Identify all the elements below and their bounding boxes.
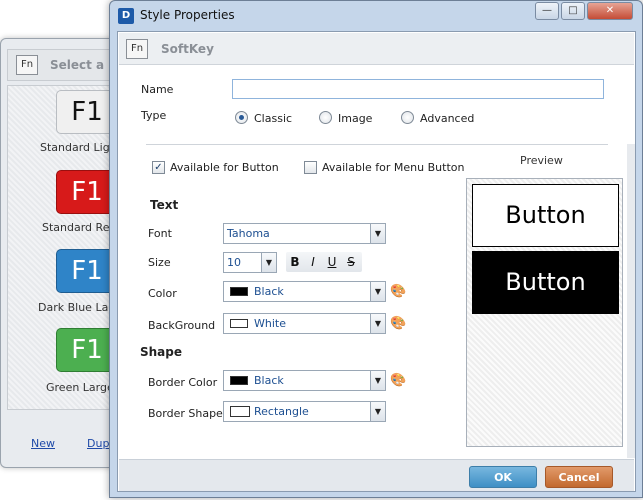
font-label: Font	[148, 227, 172, 240]
preview-button-light: Button	[472, 184, 619, 247]
name-label: Name	[141, 83, 174, 96]
color-picker-icon[interactable]: 🎨	[390, 284, 406, 300]
bg-header: Fn Select a S	[7, 49, 119, 81]
border-shape-label: Border Shape	[148, 407, 223, 420]
background-swatch	[230, 319, 248, 328]
rectangle-shape-icon	[230, 406, 250, 417]
color-select[interactable]: Black ▼	[223, 281, 386, 302]
dialog-content: Fn SoftKey Name Type Classic Image Advan…	[117, 31, 636, 492]
preview-button-dark: Button	[472, 251, 619, 314]
title-bar[interactable]: D Style Properties — □ ✕	[110, 1, 642, 31]
border-color-select[interactable]: Black ▼	[223, 370, 386, 391]
type-classic-label: Classic	[254, 112, 293, 125]
color-value: Black	[254, 285, 284, 298]
chevron-down-icon: ▼	[370, 282, 385, 301]
available-for-menu-button-checkbox[interactable]	[304, 161, 317, 174]
scrollbar[interactable]	[627, 144, 635, 458]
bg-footer: New Dup	[7, 419, 119, 463]
preview-title: Preview	[520, 154, 563, 167]
softkey-label: Standard Ligh	[40, 141, 117, 154]
background-picker-icon[interactable]: 🎨	[390, 316, 406, 332]
chevron-down-icon: ▼	[370, 224, 385, 243]
type-advanced-label: Advanced	[420, 112, 475, 125]
background-value: White	[254, 317, 286, 330]
softkey-list: F1 Standard Ligh F1 Standard Re F1 Dark …	[7, 85, 120, 410]
softkey-header: Fn SoftKey	[119, 33, 634, 65]
softkey-label: Dark Blue Larg	[38, 301, 120, 314]
font-select[interactable]: Tahoma ▼	[223, 223, 386, 244]
chevron-down-icon: ▼	[370, 314, 385, 333]
new-link[interactable]: New	[31, 437, 55, 450]
strikethrough-button[interactable]: S	[342, 253, 360, 271]
type-image-radio[interactable]	[319, 111, 332, 124]
preview-panel: Button Button	[466, 178, 623, 447]
shape-section-heading: Shape	[140, 345, 183, 359]
available-for-button-checkbox[interactable]: ✓	[152, 161, 165, 174]
divider	[146, 144, 608, 145]
style-properties-dialog: D Style Properties — □ ✕ Fn SoftKey Name…	[109, 0, 643, 498]
available-for-menu-button-label: Available for Menu Button	[322, 161, 465, 174]
fn-icon: Fn	[16, 55, 38, 75]
chevron-down-icon: ▼	[261, 253, 276, 272]
app-icon: D	[118, 8, 134, 24]
type-classic-radio[interactable]	[235, 111, 248, 124]
close-button[interactable]: ✕	[587, 2, 633, 20]
background-select[interactable]: White ▼	[223, 313, 386, 334]
text-section-heading: Text	[150, 198, 179, 212]
select-softkey-window: Fn Select a S F1 Standard Ligh F1 Standa…	[0, 38, 120, 468]
maximize-button[interactable]: □	[561, 2, 585, 20]
chevron-down-icon: ▼	[370, 371, 385, 390]
color-swatch	[230, 287, 248, 296]
border-shape-value: Rectangle	[254, 405, 309, 418]
color-label: Color	[148, 287, 177, 300]
available-for-button-label: Available for Button	[170, 161, 279, 174]
name-input[interactable]	[232, 79, 604, 99]
type-image-label: Image	[338, 112, 373, 125]
border-color-swatch	[230, 376, 248, 385]
softkey-title: SoftKey	[161, 42, 214, 56]
bg-window-title: Select a S	[50, 58, 117, 72]
minimize-button[interactable]: —	[535, 2, 559, 20]
bold-button[interactable]: B	[286, 253, 304, 271]
border-color-label: Border Color	[148, 376, 218, 389]
type-advanced-radio[interactable]	[401, 111, 414, 124]
border-color-picker-icon[interactable]: 🎨	[390, 373, 406, 389]
size-label: Size	[148, 256, 171, 269]
type-label: Type	[141, 109, 167, 122]
underline-button[interactable]: U	[323, 253, 341, 271]
fn-icon: Fn	[126, 39, 148, 59]
italic-button[interactable]: I	[304, 253, 322, 271]
duplicate-link[interactable]: Dup	[87, 437, 109, 450]
chevron-down-icon: ▼	[370, 402, 385, 421]
border-shape-select[interactable]: Rectangle ▼	[223, 401, 386, 422]
font-value: Tahoma	[227, 227, 270, 240]
background-label: BackGround	[148, 319, 216, 332]
window-title: Style Properties	[140, 8, 235, 22]
size-value: 10	[227, 256, 241, 269]
cancel-button[interactable]: Cancel	[545, 466, 613, 488]
border-color-value: Black	[254, 374, 284, 387]
size-select[interactable]: 10 ▼	[223, 252, 277, 273]
ok-button[interactable]: OK	[469, 466, 537, 488]
